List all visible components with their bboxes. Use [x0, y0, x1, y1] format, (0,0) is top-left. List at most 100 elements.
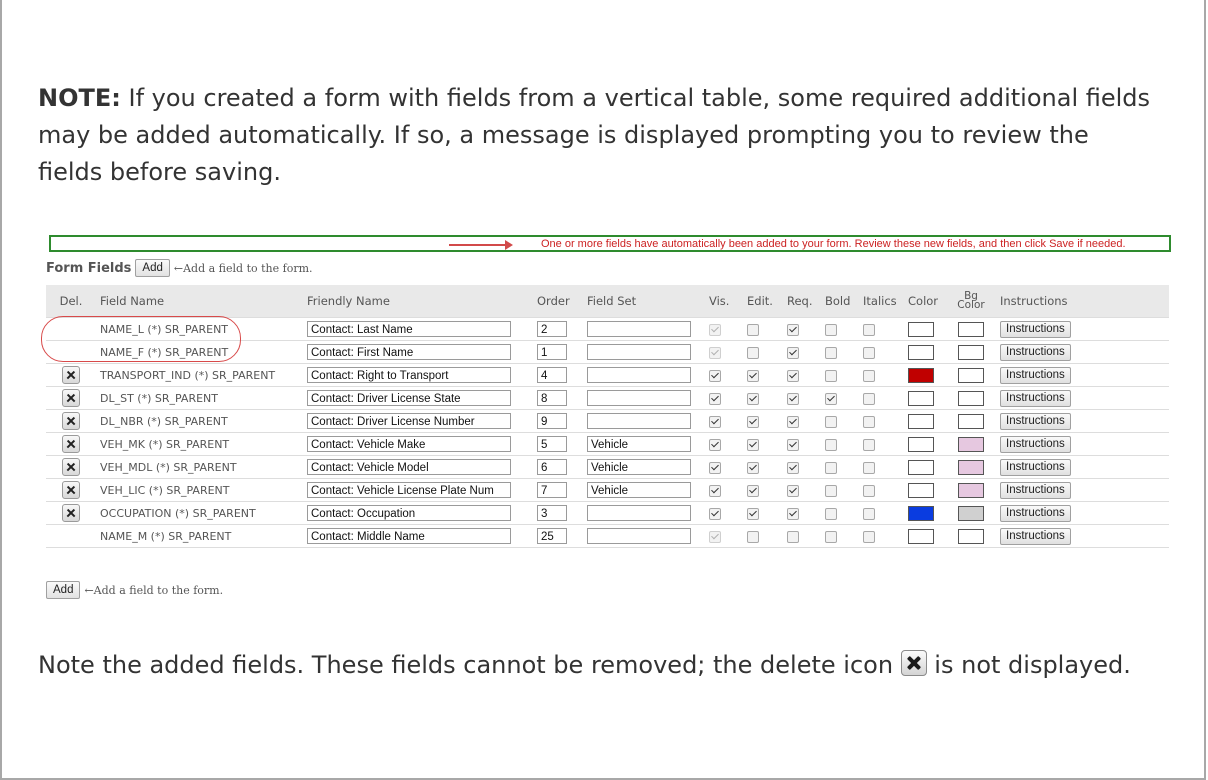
edit-checkbox[interactable]: [747, 369, 759, 382]
field-set-input[interactable]: [587, 390, 691, 406]
order-input[interactable]: 5: [537, 436, 567, 452]
req-checkbox[interactable]: [787, 484, 799, 497]
color-swatch[interactable]: [908, 321, 934, 337]
edit-checkbox[interactable]: [747, 323, 759, 336]
bold-checkbox[interactable]: [825, 461, 837, 474]
delete-icon[interactable]: [62, 481, 80, 499]
instructions-button[interactable]: Instructions: [1000, 435, 1071, 453]
color-swatch[interactable]: [908, 413, 934, 429]
bg-color-swatch[interactable]: [958, 505, 984, 521]
field-set-input[interactable]: [587, 367, 691, 383]
bg-color-swatch[interactable]: [958, 459, 984, 475]
italics-checkbox[interactable]: [863, 530, 875, 543]
field-set-input[interactable]: [587, 505, 691, 521]
italics-checkbox[interactable]: [863, 507, 875, 520]
color-swatch[interactable]: [908, 505, 934, 521]
italics-checkbox[interactable]: [863, 323, 875, 336]
order-input[interactable]: 3: [537, 505, 567, 521]
italics-checkbox[interactable]: [863, 369, 875, 382]
instructions-button[interactable]: Instructions: [1000, 343, 1071, 361]
req-checkbox[interactable]: [787, 369, 799, 382]
color-swatch[interactable]: [908, 367, 934, 383]
add-field-button[interactable]: Add: [135, 259, 170, 277]
delete-icon[interactable]: [62, 412, 80, 430]
bold-checkbox[interactable]: [825, 369, 837, 382]
friendly-name-input[interactable]: Contact: Right to Transport: [307, 367, 511, 383]
edit-checkbox[interactable]: [747, 484, 759, 497]
req-checkbox[interactable]: [787, 530, 799, 543]
order-input[interactable]: 25: [537, 528, 567, 544]
bold-checkbox[interactable]: [825, 530, 837, 543]
bg-color-swatch[interactable]: [958, 344, 984, 360]
color-swatch[interactable]: [908, 528, 934, 544]
edit-checkbox[interactable]: [747, 461, 759, 474]
color-swatch[interactable]: [908, 390, 934, 406]
friendly-name-input[interactable]: Contact: Driver License State: [307, 390, 511, 406]
field-set-input[interactable]: Vehicle: [587, 482, 691, 498]
edit-checkbox[interactable]: [747, 530, 759, 543]
req-checkbox[interactable]: [787, 346, 799, 359]
bg-color-swatch[interactable]: [958, 528, 984, 544]
field-set-input[interactable]: [587, 528, 691, 544]
field-set-input[interactable]: Vehicle: [587, 436, 691, 452]
delete-icon[interactable]: [62, 458, 80, 476]
italics-checkbox[interactable]: [863, 415, 875, 428]
bg-color-swatch[interactable]: [958, 367, 984, 383]
delete-icon[interactable]: [62, 504, 80, 522]
order-input[interactable]: 1: [537, 344, 567, 360]
bold-checkbox[interactable]: [825, 438, 837, 451]
friendly-name-input[interactable]: Contact: Vehicle Make: [307, 436, 511, 452]
vis-checkbox[interactable]: [709, 461, 721, 474]
vis-checkbox[interactable]: [709, 392, 721, 405]
friendly-name-input[interactable]: Contact: Vehicle License Plate Num: [307, 482, 511, 498]
field-set-input[interactable]: [587, 344, 691, 360]
bg-color-swatch[interactable]: [958, 413, 984, 429]
friendly-name-input[interactable]: Contact: Middle Name: [307, 528, 511, 544]
friendly-name-input[interactable]: Contact: Occupation: [307, 505, 511, 521]
order-input[interactable]: 7: [537, 482, 567, 498]
italics-checkbox[interactable]: [863, 438, 875, 451]
req-checkbox[interactable]: [787, 507, 799, 520]
vis-checkbox[interactable]: [709, 438, 721, 451]
delete-icon[interactable]: [62, 435, 80, 453]
delete-icon[interactable]: [62, 389, 80, 407]
color-swatch[interactable]: [908, 459, 934, 475]
vis-checkbox[interactable]: [709, 415, 721, 428]
friendly-name-input[interactable]: Contact: Vehicle Model: [307, 459, 511, 475]
field-set-input[interactable]: [587, 321, 691, 337]
req-checkbox[interactable]: [787, 392, 799, 405]
bold-checkbox[interactable]: [825, 507, 837, 520]
italics-checkbox[interactable]: [863, 346, 875, 359]
req-checkbox[interactable]: [787, 438, 799, 451]
add-field-button-bottom[interactable]: Add: [46, 581, 81, 599]
friendly-name-input[interactable]: Contact: Driver License Number: [307, 413, 511, 429]
instructions-button[interactable]: Instructions: [1000, 481, 1071, 499]
vis-checkbox[interactable]: [709, 507, 721, 520]
req-checkbox[interactable]: [787, 323, 799, 336]
italics-checkbox[interactable]: [863, 392, 875, 405]
italics-checkbox[interactable]: [863, 461, 875, 474]
delete-icon[interactable]: [62, 366, 80, 384]
bold-checkbox[interactable]: [825, 323, 837, 336]
bg-color-swatch[interactable]: [958, 321, 984, 337]
italics-checkbox[interactable]: [863, 484, 875, 497]
field-set-input[interactable]: [587, 413, 691, 429]
order-input[interactable]: 6: [537, 459, 567, 475]
edit-checkbox[interactable]: [747, 346, 759, 359]
color-swatch[interactable]: [908, 436, 934, 452]
color-swatch[interactable]: [908, 482, 934, 498]
field-set-input[interactable]: Vehicle: [587, 459, 691, 475]
bold-checkbox[interactable]: [825, 484, 837, 497]
instructions-button[interactable]: Instructions: [1000, 366, 1071, 384]
req-checkbox[interactable]: [787, 461, 799, 474]
edit-checkbox[interactable]: [747, 415, 759, 428]
order-input[interactable]: 2: [537, 321, 567, 337]
bold-checkbox[interactable]: [825, 392, 837, 405]
edit-checkbox[interactable]: [747, 507, 759, 520]
instructions-button[interactable]: Instructions: [1000, 527, 1071, 545]
vis-checkbox[interactable]: [709, 369, 721, 382]
color-swatch[interactable]: [908, 344, 934, 360]
order-input[interactable]: 8: [537, 390, 567, 406]
friendly-name-input[interactable]: Contact: First Name: [307, 344, 511, 360]
bg-color-swatch[interactable]: [958, 482, 984, 498]
